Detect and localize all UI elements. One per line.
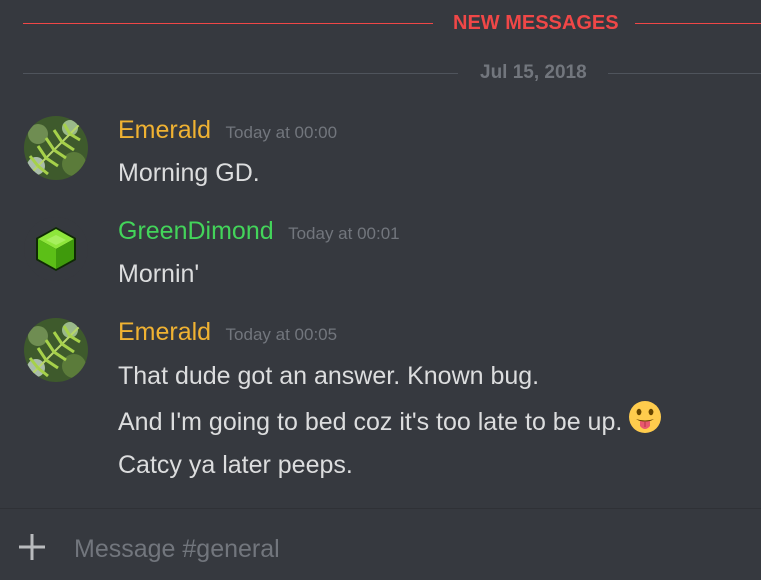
timestamp: Today at 00:01 bbox=[288, 224, 400, 243]
message-input[interactable] bbox=[74, 533, 734, 565]
green-cube-avatar-icon[interactable] bbox=[24, 217, 88, 281]
fern-avatar-icon[interactable] bbox=[24, 116, 88, 180]
message-header: Emerald Today at 00:00 bbox=[118, 116, 337, 144]
date-divider: Jul 15, 2018 bbox=[0, 63, 761, 83]
message-header: GreenDimond Today at 00:01 bbox=[118, 217, 400, 245]
message-text: Mornin' bbox=[118, 260, 200, 288]
new-messages-label: NEW MESSAGES bbox=[453, 12, 619, 34]
message-header: Emerald Today at 00:05 bbox=[118, 318, 337, 346]
username[interactable]: Emerald bbox=[118, 318, 211, 346]
message-text: Catcy ya later peeps. bbox=[118, 451, 353, 479]
date-label: Jul 15, 2018 bbox=[480, 62, 587, 83]
fern-avatar-icon[interactable] bbox=[24, 318, 88, 382]
divider-line bbox=[635, 23, 761, 24]
message-text: Morning GD. bbox=[118, 159, 260, 187]
username[interactable]: GreenDimond bbox=[118, 217, 274, 245]
chat-view: NEW MESSAGES Jul 15, 2018 Emerald Today … bbox=[0, 0, 761, 580]
tongue-out-emoji-icon bbox=[628, 400, 662, 441]
divider-line bbox=[608, 73, 761, 74]
new-messages-divider: NEW MESSAGES bbox=[0, 13, 761, 33]
message-text: That dude got an answer. Known bug. bbox=[118, 362, 540, 390]
timestamp: Today at 00:00 bbox=[225, 123, 338, 142]
divider-line bbox=[23, 23, 433, 24]
message-line: And I'm going to bed coz it's too late t… bbox=[118, 401, 662, 441]
username[interactable]: Emerald bbox=[118, 116, 211, 144]
message-composer bbox=[0, 508, 761, 580]
divider-line bbox=[23, 73, 458, 74]
timestamp: Today at 00:05 bbox=[225, 325, 338, 344]
message-text: And I'm going to bed coz it's too late t… bbox=[118, 408, 623, 437]
plus-icon[interactable] bbox=[16, 531, 48, 563]
